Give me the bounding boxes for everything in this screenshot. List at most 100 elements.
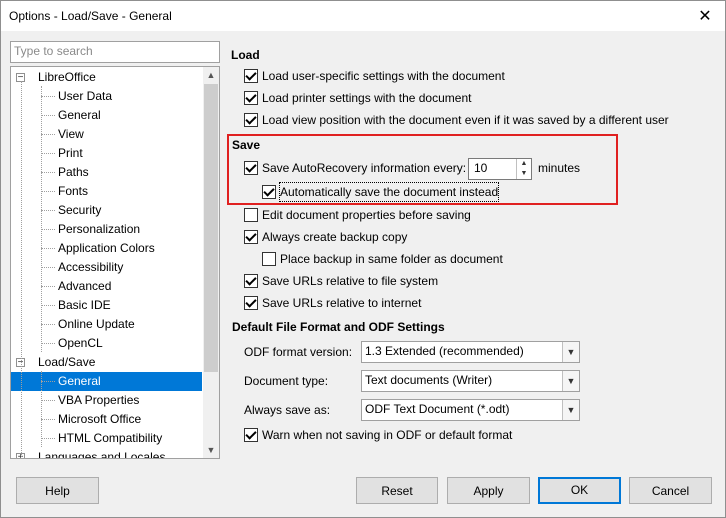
tree-item[interactable]: Security xyxy=(11,201,202,220)
chevron-down-icon[interactable]: ▼ xyxy=(562,342,579,362)
help-button[interactable]: Help xyxy=(16,477,99,504)
tree-item-label: Microsoft Office xyxy=(58,412,142,426)
autorecovery-minutes-spinner[interactable]: 10 ▲ ▼ xyxy=(468,158,532,180)
tree-item-label: Accessibility xyxy=(58,260,124,274)
scroll-thumb[interactable] xyxy=(204,84,218,372)
scroll-down-icon[interactable]: ▼ xyxy=(203,442,219,458)
tree-connector xyxy=(41,210,55,211)
tree-connector xyxy=(41,96,55,97)
tree-item-label: HTML Compatibility xyxy=(58,431,163,445)
spinner-buttons: ▲ ▼ xyxy=(516,159,531,179)
search-input[interactable] xyxy=(11,42,217,60)
tree-item-label: Application Colors xyxy=(58,241,155,255)
autorecovery-label: Save AutoRecovery information every: xyxy=(262,161,467,175)
tree-item[interactable]: General xyxy=(11,372,202,391)
tree-connector xyxy=(41,324,55,325)
load-user-settings-checkbox[interactable] xyxy=(244,69,258,83)
tree-item[interactable]: HTML Compatibility xyxy=(11,429,202,448)
warn-odf-label: Warn when not saving in ODF or default f… xyxy=(262,428,513,442)
tree-connector xyxy=(41,248,55,249)
ok-button[interactable]: OK xyxy=(538,477,621,504)
tree-item[interactable]: Load/Save − xyxy=(11,353,202,372)
spin-up-icon[interactable]: ▲ xyxy=(517,159,531,169)
tree-item[interactable]: Accessibility xyxy=(11,258,202,277)
tree-connector xyxy=(41,343,55,344)
tree-guide-line xyxy=(41,86,42,352)
format-section-title: Default File Format and ODF Settings xyxy=(232,320,445,334)
document-type-select[interactable]: Text documents (Writer) ▼ xyxy=(361,370,580,392)
autorecovery-checkbox[interactable] xyxy=(244,161,258,175)
backup-same-folder-checkbox[interactable] xyxy=(262,252,276,266)
tree-item-label: Personalization xyxy=(58,222,141,236)
always-save-label: Always save as: xyxy=(244,403,331,417)
scroll-up-icon[interactable]: ▲ xyxy=(203,67,219,83)
tree-items: LibreOffice − User Data General View Print Pat… xyxy=(11,67,202,458)
tree-connector xyxy=(41,267,55,268)
load-view-position-checkbox[interactable] xyxy=(244,113,258,127)
cancel-button[interactable]: Cancel xyxy=(629,477,712,504)
tree-connector xyxy=(41,229,55,230)
urls-internet-label: Save URLs relative to internet xyxy=(262,296,422,310)
odf-version-label: ODF format version: xyxy=(244,345,353,359)
edit-properties-label: Edit document properties before saving xyxy=(262,208,471,222)
search-field[interactable] xyxy=(10,41,220,63)
tree-scrollbar[interactable]: ▲ ▼ xyxy=(203,67,219,458)
tree-item[interactable]: General xyxy=(11,106,202,125)
tree-connector xyxy=(41,419,55,420)
tree-item[interactable]: LibreOffice − xyxy=(11,68,202,87)
tree-item-label: LibreOffice xyxy=(38,70,96,84)
tree-item[interactable]: Print xyxy=(11,144,202,163)
document-type-label: Document type: xyxy=(244,374,329,388)
warn-odf-checkbox[interactable] xyxy=(244,428,258,442)
tree-item[interactable]: Basic IDE xyxy=(11,296,202,315)
tree-item[interactable]: Fonts xyxy=(11,182,202,201)
load-user-settings-label: Load user-specific settings with the doc… xyxy=(262,69,505,83)
tree-item-label: Fonts xyxy=(58,184,89,198)
close-icon[interactable]: ✕ xyxy=(695,6,715,26)
tree-item-label: Languages and Locales xyxy=(38,450,166,458)
window-title: Options - Load/Save - General xyxy=(9,9,172,23)
tree-item-label: OpenCL xyxy=(58,336,103,350)
tree-item[interactable]: Languages and Locales + xyxy=(11,448,202,458)
tree-connector xyxy=(41,115,55,116)
urls-internet-checkbox[interactable] xyxy=(244,296,258,310)
edit-properties-checkbox[interactable] xyxy=(244,208,258,222)
tree-item-label: General xyxy=(58,108,101,122)
tree-item-label: Print xyxy=(58,146,83,160)
tree-item-label: Load/Save xyxy=(38,355,96,369)
tree-item-label: VBA Properties xyxy=(58,393,140,407)
always-save-value: ODF Text Document (*.odt) xyxy=(365,402,510,416)
backup-copy-checkbox[interactable] xyxy=(244,230,258,244)
tree-item[interactable]: User Data xyxy=(11,87,202,106)
chevron-down-icon[interactable]: ▼ xyxy=(562,400,579,420)
chevron-down-icon[interactable]: ▼ xyxy=(562,371,579,391)
tree-item[interactable]: VBA Properties xyxy=(11,391,202,410)
tree-item-label: View xyxy=(58,127,84,141)
tree-item-label: Advanced xyxy=(58,279,112,293)
backup-copy-label: Always create backup copy xyxy=(262,230,408,244)
always-save-select[interactable]: ODF Text Document (*.odt) ▼ xyxy=(361,399,580,421)
tree-connector xyxy=(41,172,55,173)
load-printer-settings-checkbox[interactable] xyxy=(244,91,258,105)
tree-item[interactable]: Personalization xyxy=(11,220,202,239)
tree-item[interactable]: OpenCL xyxy=(11,334,202,353)
tree-item[interactable]: Application Colors xyxy=(11,239,202,258)
odf-version-select[interactable]: 1.3 Extended (recommended) ▼ xyxy=(361,341,580,363)
autorecovery-minutes-value[interactable]: 10 xyxy=(474,161,487,175)
tree-item[interactable]: View xyxy=(11,125,202,144)
tree-item[interactable]: Microsoft Office xyxy=(11,410,202,429)
reset-button[interactable]: Reset xyxy=(356,477,438,504)
apply-button[interactable]: Apply xyxy=(447,477,530,504)
odf-version-value: 1.3 Extended (recommended) xyxy=(365,344,524,358)
auto-save-checkbox[interactable] xyxy=(262,185,276,199)
tree-connector xyxy=(41,153,55,154)
urls-filesystem-checkbox[interactable] xyxy=(244,274,258,288)
options-dialog: Options - Load/Save - General ✕ LibreOff… xyxy=(0,0,726,518)
tree-item-label: User Data xyxy=(58,89,113,103)
tree-item[interactable]: Paths xyxy=(11,163,202,182)
tree-item[interactable]: Advanced xyxy=(11,277,202,296)
load-printer-settings-label: Load printer settings with the document xyxy=(262,91,472,105)
tree-item[interactable]: Online Update xyxy=(11,315,202,334)
tree-guide-line xyxy=(41,371,42,447)
spin-down-icon[interactable]: ▼ xyxy=(517,169,531,179)
